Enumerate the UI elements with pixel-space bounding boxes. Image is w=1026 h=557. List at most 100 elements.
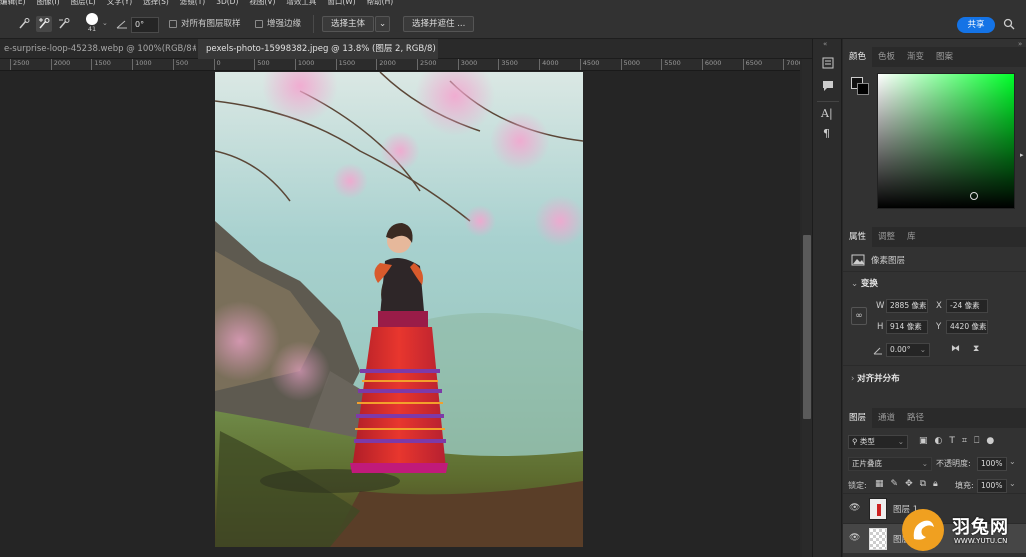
select-and-mask-button[interactable]: 选择并遮住 ... (403, 16, 475, 32)
link-dimensions-icon[interactable]: ∞ (851, 307, 867, 325)
lock-artboard-icon[interactable]: ⧉ (920, 479, 926, 489)
w-label: W (876, 301, 885, 311)
quick-select-subtract-icon[interactable] (56, 16, 72, 32)
opacity-input[interactable]: 100% (977, 457, 1007, 471)
type-filter-icon[interactable]: T (949, 436, 955, 446)
select-subject-dropdown[interactable]: ⌄ (375, 16, 391, 32)
chevron-down-icon[interactable]: ⌄ (102, 19, 108, 35)
ruler-tick-label: 500 (172, 59, 188, 70)
transform-section-header[interactable]: ⌄ 变换 (851, 277, 878, 289)
menu-item[interactable]: 3D(D) (216, 0, 238, 7)
lock-all-icon[interactable]: 🔒︎ (933, 479, 938, 489)
character-panel-icon[interactable]: A| (821, 107, 833, 120)
properties-panel-tabs: 属性 调整 库 (843, 227, 1026, 247)
image-filter-icon[interactable]: ▣ (919, 436, 928, 446)
quick-select-add-icon[interactable] (36, 16, 52, 32)
rotation-value: 0.00° (890, 345, 911, 354)
document-tabs: e-surprise-loop-45238.webp @ 100%(RGB/8#… (0, 39, 820, 59)
tab-properties[interactable]: 属性 (843, 227, 873, 247)
tab-layers[interactable]: 图层 (843, 408, 873, 428)
chevron-down-icon[interactable]: ⌄ (1009, 479, 1016, 488)
brush-size-picker[interactable]: 41 (84, 13, 100, 35)
document-image[interactable] (0, 71, 800, 557)
y-input[interactable]: 4420 像素 (946, 320, 988, 334)
tab-label: e-surprise-loop-45238.webp @ 100%(RGB/8#… (4, 44, 196, 54)
layer-filter-select[interactable]: ⚲ 类型 ⌄ (848, 435, 908, 449)
quick-select-new-icon[interactable] (16, 16, 32, 32)
ruler-tick-label: 2000 (376, 59, 396, 70)
canvas-area[interactable] (0, 71, 800, 557)
shape-filter-icon[interactable]: ⌗ (962, 436, 967, 446)
lock-pixels-icon[interactable]: ✎ (891, 479, 899, 489)
menu-item[interactable]: 图像(I) (37, 0, 60, 7)
tab-channels[interactable]: 通道 (872, 408, 901, 428)
color-picker-field[interactable] (877, 73, 1015, 209)
layer-thumbnail-transparent (869, 528, 887, 550)
tab-document-1[interactable]: e-surprise-loop-45238.webp @ 100%(RGB/8#… (0, 39, 196, 59)
flip-vertical-icon[interactable]: ⧗ (973, 344, 979, 354)
tab-swatches[interactable]: 色板 (872, 47, 901, 67)
blend-mode-select[interactable]: 正片叠底 ⌄ (848, 457, 932, 471)
color-picker-cursor[interactable] (970, 192, 978, 200)
blend-mode-value: 正片叠底 (852, 459, 882, 468)
flip-horizontal-icon[interactable]: ⧓ (951, 344, 960, 354)
history-icon[interactable] (821, 56, 835, 73)
lock-icons: ▦ ✎ ✥ ⧉ 🔒︎ (875, 479, 938, 489)
scrollbar-thumb[interactable] (803, 235, 811, 419)
background-color-swatch[interactable] (857, 83, 869, 95)
tab-patterns[interactable]: 图案 (930, 47, 959, 67)
angle-icon (116, 18, 128, 34)
visibility-eye-icon[interactable]: 👁︎ (849, 503, 860, 513)
smart-object-filter-icon[interactable]: ⎕ (974, 436, 979, 446)
watermark-url: WWW.YUTU.CN (954, 537, 1008, 545)
share-button[interactable]: 共享 (957, 17, 995, 33)
menu-item[interactable]: 选择(S) (143, 0, 169, 7)
rotation-input[interactable]: 0.00° ⌄ (886, 343, 930, 357)
lock-position-icon[interactable]: ✥ (905, 479, 913, 489)
menu-item[interactable]: 帮助(H) (367, 0, 394, 7)
divider (817, 101, 839, 102)
pixel-layer-icon (851, 254, 865, 269)
menu-item[interactable]: 窗口(W) (327, 0, 355, 7)
lock-transparency-icon[interactable]: ▦ (875, 479, 884, 489)
search-icon: ⚲ (852, 437, 860, 446)
horizontal-ruler: 2500 2000 1500 1000 500 0 500 1000 1500 2000 2500 3… (0, 59, 800, 71)
color-panel-tabs: 颜色 色板 渐变 图案 (843, 47, 1026, 67)
tab-libraries[interactable]: 库 (901, 227, 922, 247)
x-input[interactable]: -24 像素 (946, 299, 988, 313)
comment-icon[interactable] (821, 79, 835, 96)
menu-item[interactable]: 图层(L) (71, 0, 96, 7)
tab-gradients[interactable]: 渐变 (901, 47, 930, 67)
hue-slider-arrow-icon[interactable]: ▸ (1020, 151, 1024, 159)
select-subject-button[interactable]: 选择主体 (322, 16, 375, 32)
search-icon[interactable] (1003, 18, 1015, 34)
menu-item[interactable]: 编辑(E) (0, 0, 26, 7)
menu-item[interactable]: 滤镜(T) (180, 0, 205, 7)
divider (843, 365, 1026, 366)
adjustment-filter-icon[interactable]: ◐ (935, 436, 943, 446)
enhance-edge-checkbox[interactable]: 增强边缘 (255, 16, 301, 32)
filter-toggle-icon[interactable]: ● (986, 436, 994, 446)
paragraph-panel-icon[interactable]: ¶ (823, 127, 830, 140)
menu-item[interactable]: 视图(V) (249, 0, 275, 7)
watermark-logo: 羽兔网 WWW.YUTU.CN (902, 507, 1026, 555)
align-section-header[interactable]: › 对齐并分布 (851, 372, 900, 384)
collapse-arrows-icon[interactable]: « (823, 40, 827, 48)
vertical-scrollbar[interactable] (802, 59, 812, 557)
fill-input[interactable]: 100% (977, 479, 1007, 493)
collapsed-panel-icons: « A| ¶ (812, 39, 842, 557)
menu-item[interactable]: 文字(Y) (107, 0, 132, 7)
visibility-eye-icon[interactable]: 👁︎ (849, 533, 860, 543)
width-input[interactable]: 2885 像素 (886, 299, 928, 313)
sample-all-layers-checkbox[interactable]: 对所有图层取样 (169, 16, 241, 32)
tab-color[interactable]: 颜色 (843, 47, 873, 67)
tab-paths[interactable]: 路径 (901, 408, 930, 428)
height-input[interactable]: 914 像素 (886, 320, 928, 334)
ruler-tick-label: 5500 (661, 59, 681, 70)
chevron-down-icon[interactable]: ⌄ (1009, 457, 1016, 466)
tab-adjustments[interactable]: 调整 (872, 227, 901, 247)
angle-input[interactable]: 0° (131, 17, 159, 33)
tab-document-2[interactable]: pexels-photo-15998382.jpeg @ 13.8% (图层 2… (198, 39, 438, 59)
menu-item[interactable]: 增效工具 (286, 0, 316, 7)
options-bar: 41 ⌄ 0° 对所有图层取样 增强边缘 选择主体 ⌄ 选择并遮住 ... 共享 (0, 9, 1026, 39)
